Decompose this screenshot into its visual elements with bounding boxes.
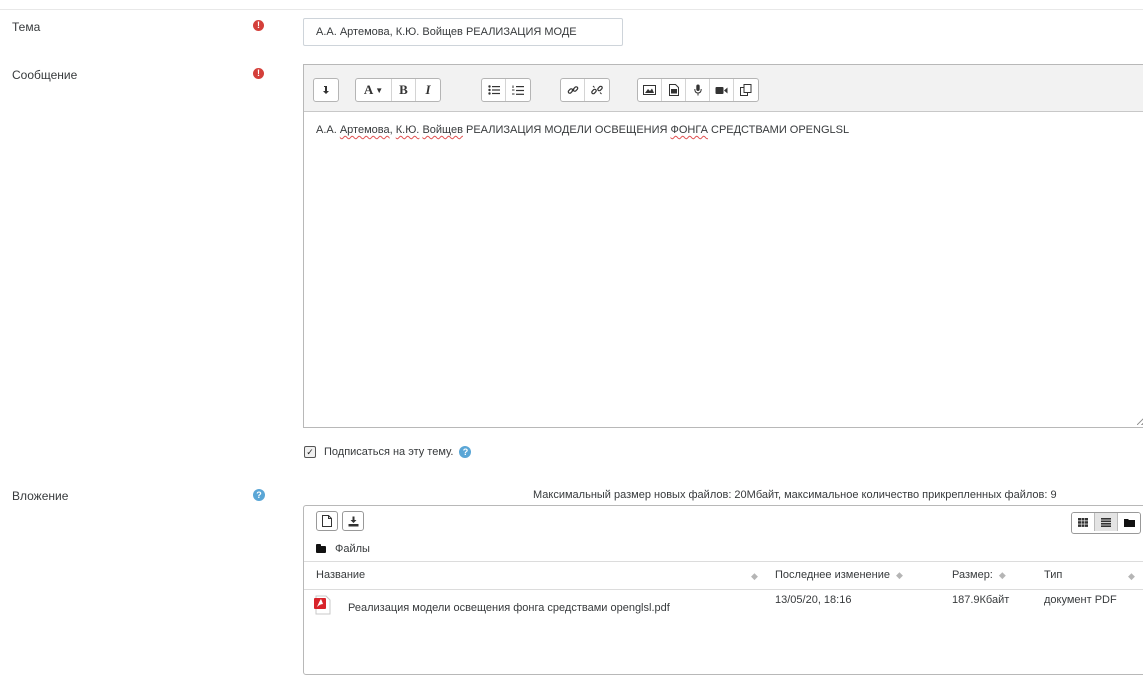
record-audio-button[interactable] bbox=[686, 79, 710, 101]
column-header-size[interactable]: Размер: ◆ bbox=[952, 569, 1006, 581]
bold-icon: B bbox=[399, 82, 408, 97]
view-list-button[interactable] bbox=[1095, 513, 1118, 531]
help-icon[interactable]: ? bbox=[253, 489, 265, 501]
message-editor[interactable]: A ▼ B I А.А. Артемова, К.Ю. Войщев РЕАЛИ… bbox=[303, 64, 1143, 428]
column-header-label: Размер: bbox=[952, 569, 993, 581]
editor-content[interactable]: А.А. Артемова, К.Ю. Войщев РЕАЛИЗАЦИЯ МО… bbox=[316, 124, 1135, 136]
numbered-list-icon bbox=[512, 85, 524, 95]
column-header-label: Тип bbox=[1044, 569, 1063, 581]
ordered-list-button[interactable] bbox=[506, 79, 530, 101]
insert-link-button[interactable] bbox=[561, 79, 585, 101]
view-icons-button[interactable] bbox=[1072, 513, 1095, 531]
resize-handle[interactable] bbox=[1137, 417, 1143, 425]
font-style-label: A bbox=[363, 82, 374, 97]
message-text-part: А.А. bbox=[316, 124, 340, 136]
subject-label: Тема bbox=[12, 20, 41, 34]
view-switcher bbox=[1071, 512, 1141, 534]
download-all-button[interactable] bbox=[342, 511, 364, 531]
folder-breadcrumb[interactable]: Файлы bbox=[316, 543, 370, 555]
message-label: Сообщение bbox=[12, 68, 78, 82]
subscribe-row: ✓ Подписаться на эту тему. ? bbox=[304, 446, 472, 458]
subscribe-label: Подписаться на эту тему. bbox=[324, 446, 454, 458]
required-icon: ! bbox=[253, 20, 264, 31]
list-icon bbox=[1101, 517, 1111, 527]
column-header-type[interactable]: Тип bbox=[1044, 569, 1062, 581]
column-header-modified[interactable]: Последнее изменение ◆ bbox=[775, 569, 903, 581]
unordered-list-button[interactable] bbox=[482, 79, 506, 101]
bold-button[interactable]: B bbox=[392, 79, 416, 101]
unlink-icon bbox=[591, 85, 603, 95]
sort-icon: ◆ bbox=[896, 569, 903, 580]
file-type: документ PDF bbox=[1044, 594, 1117, 606]
file-name[interactable]: Реализация модели освещения фонга средст… bbox=[348, 602, 670, 614]
column-header-name[interactable]: Название bbox=[316, 569, 365, 581]
file-size: 187.9Кбайт bbox=[952, 594, 1010, 606]
video-camera-icon bbox=[715, 86, 728, 94]
download-icon bbox=[348, 516, 358, 526]
add-file-button[interactable] bbox=[316, 511, 338, 531]
file-manager: Файлы Название ◆ Последнее изменение ◆ Р… bbox=[303, 505, 1143, 675]
pdf-file-icon bbox=[314, 595, 331, 615]
column-header-label: Последнее изменение bbox=[775, 569, 891, 581]
file-icon bbox=[322, 515, 332, 527]
subject-input[interactable]: А.А. Артемова, К.Ю. Войщев РЕАЛИЗАЦИЯ МО… bbox=[303, 18, 623, 46]
misspelled-word: ФОНГА bbox=[670, 124, 708, 136]
required-icon: ! bbox=[253, 68, 264, 79]
top-divider bbox=[0, 9, 1143, 10]
message-text-part: РЕАЛИЗАЦИЯ МОДЕЛИ ОСВЕЩЕНИЯ bbox=[462, 124, 671, 136]
microphone-icon bbox=[693, 84, 702, 96]
font-style-button[interactable]: A ▼ bbox=[356, 79, 392, 101]
bullet-list-icon bbox=[487, 85, 500, 95]
attachment-label: Вложение bbox=[12, 489, 69, 503]
column-header-label: Название bbox=[316, 569, 366, 581]
attachment-limits: Максимальный размер новых файлов: 20Мбай… bbox=[533, 489, 1057, 501]
sort-icon[interactable]: ◆ bbox=[1128, 571, 1135, 582]
file-table-header: Название ◆ Последнее изменение ◆ Размер:… bbox=[304, 561, 1143, 590]
folder-icon bbox=[316, 543, 326, 553]
editor-toolbar: A ▼ B I bbox=[304, 65, 1143, 112]
file-modified: 13/05/20, 18:16 bbox=[775, 594, 852, 606]
copy-files-icon bbox=[740, 84, 752, 96]
misspelled-word: Войщев bbox=[422, 124, 463, 136]
insert-media-button[interactable] bbox=[662, 79, 686, 101]
folder-icon bbox=[1123, 518, 1135, 527]
image-icon bbox=[643, 85, 656, 95]
toolbar-group-lists bbox=[481, 78, 531, 102]
folder-name: Файлы bbox=[335, 543, 370, 555]
italic-icon: I bbox=[425, 82, 431, 97]
toolbar-group-text: A ▼ B I bbox=[355, 78, 441, 102]
arrow-down-icon bbox=[323, 86, 329, 94]
sort-icon: ◆ bbox=[998, 569, 1006, 580]
link-icon bbox=[567, 86, 578, 94]
record-video-button[interactable] bbox=[710, 79, 734, 101]
toolbar-group-media bbox=[637, 78, 759, 102]
manage-files-button[interactable] bbox=[734, 79, 758, 101]
misspelled-word: К.Ю. bbox=[395, 124, 420, 136]
italic-button[interactable]: I bbox=[416, 79, 440, 101]
toolbar-group-links bbox=[560, 78, 610, 102]
media-file-icon bbox=[668, 84, 679, 96]
subscribe-checkbox[interactable]: ✓ bbox=[304, 446, 316, 458]
sort-icon[interactable]: ◆ bbox=[751, 571, 758, 582]
collapse-toolbar-button[interactable] bbox=[314, 79, 338, 101]
toolbar-group-collapse bbox=[313, 78, 339, 102]
table-row[interactable]: Реализация модели освещения фонга средст… bbox=[304, 590, 1143, 630]
misspelled-word: Артемова bbox=[339, 124, 390, 136]
help-icon[interactable]: ? bbox=[459, 446, 472, 458]
caret-down-icon: ▼ bbox=[375, 85, 384, 95]
grid-icon bbox=[1078, 517, 1088, 527]
insert-image-button[interactable] bbox=[638, 79, 662, 101]
unlink-button[interactable] bbox=[585, 79, 609, 101]
view-tree-button[interactable] bbox=[1118, 513, 1140, 531]
message-text-part: СРЕДСТВАМИ OPENGLSL bbox=[707, 124, 850, 136]
